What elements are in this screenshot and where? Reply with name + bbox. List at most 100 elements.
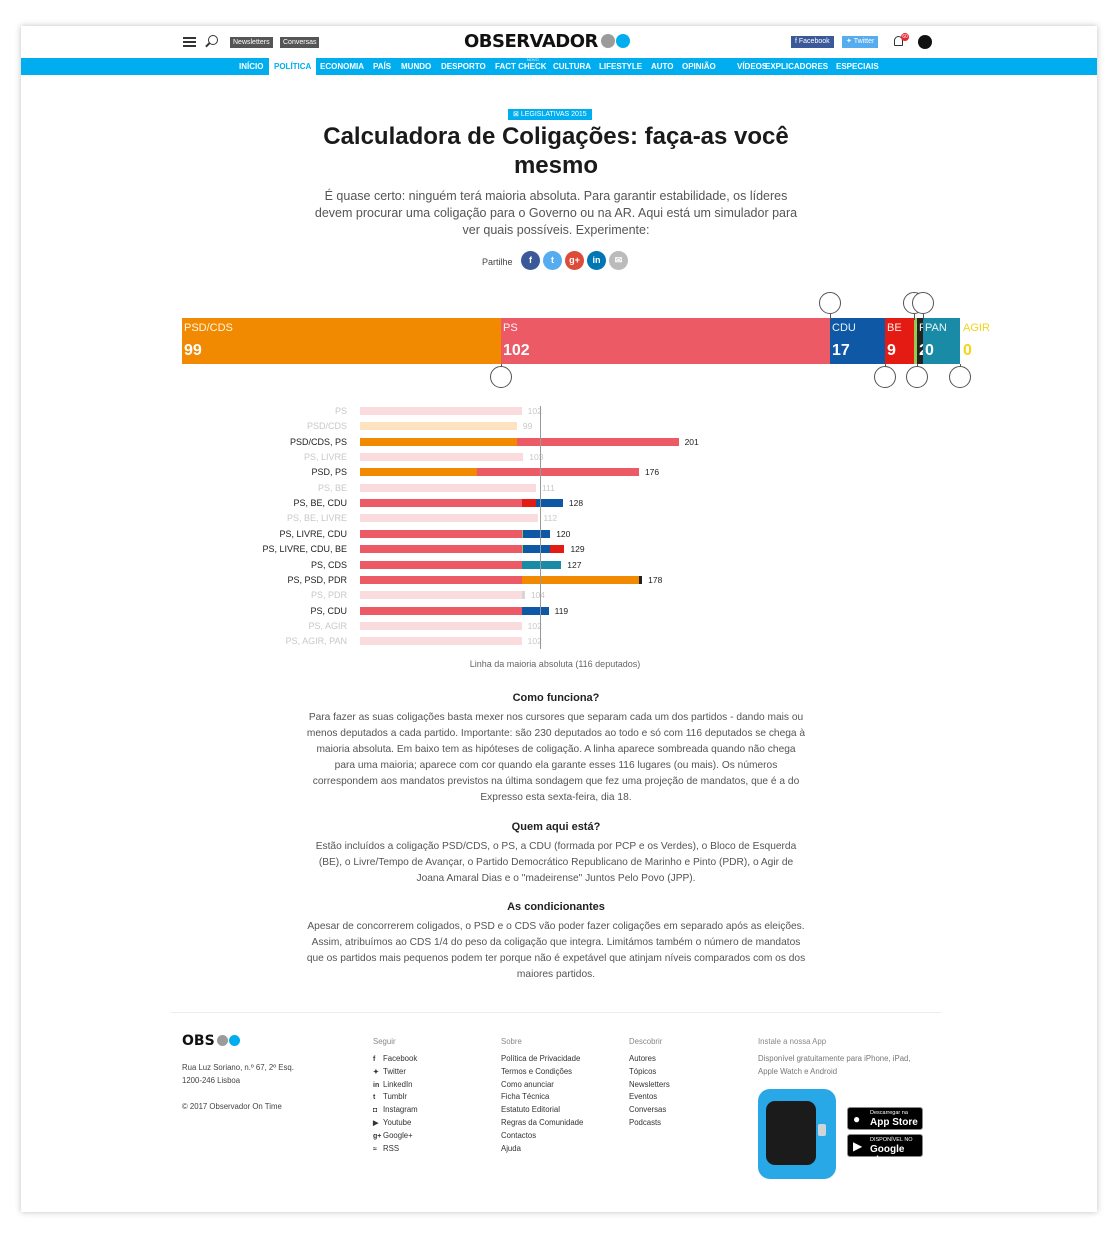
footer-link-label: Twitter <box>383 1066 406 1076</box>
watch-face <box>766 1101 816 1165</box>
nav-item[interactable]: INÍCIO <box>234 58 268 75</box>
coalition-bar-segment <box>360 545 522 554</box>
nav-item[interactable]: MUNDO <box>396 58 436 75</box>
coalition-bar-segment <box>360 437 517 446</box>
footer-sobre-title: Sobre <box>501 1037 522 1046</box>
footer-link[interactable]: Política de Privacidade <box>501 1054 580 1063</box>
footer-link[interactable]: ◘ Instagram <box>373 1105 418 1114</box>
footer-link[interactable]: Tópicos <box>629 1067 656 1076</box>
slider-handle[interactable] <box>912 292 934 314</box>
google-play-button[interactable]: ▶ DISPONÍVEL NO Google play <box>847 1134 923 1166</box>
nav-item[interactable]: LIFESTYLE <box>594 58 647 75</box>
footer-link[interactable]: Estatuto Editorial <box>501 1105 560 1114</box>
slider-handle[interactable] <box>874 366 896 388</box>
coalition-bar-segment <box>360 453 522 462</box>
nav-item[interactable]: DESPORTO <box>436 58 491 75</box>
footer-link[interactable]: Como anunciar <box>501 1080 554 1089</box>
coalition-bar-segment <box>360 499 522 508</box>
coalition-bar-segment <box>521 514 536 523</box>
coalition-bar-segment <box>477 468 639 477</box>
apple-icon: ● <box>853 1112 861 1126</box>
conversas-button[interactable]: Conversas <box>280 37 320 48</box>
footer-link[interactable]: ✦ Twitter <box>373 1067 406 1076</box>
coalition-label: PS, CDU <box>310 605 347 616</box>
google-play-icon: ▶ <box>853 1139 863 1153</box>
coalition-label: PS, LIVRE, CDU, BE <box>262 544 347 555</box>
footer-link[interactable]: Ajuda <box>501 1144 521 1153</box>
footer-link-label: Como anunciar <box>501 1079 554 1089</box>
menu-icon[interactable] <box>183 37 196 47</box>
slider-stem <box>830 314 831 320</box>
nav-item[interactable]: POLÍTICA <box>269 58 317 75</box>
twitter-icon[interactable]: t <box>543 251 562 270</box>
search-icon[interactable] <box>208 35 218 45</box>
coalition-total: 111 <box>541 482 555 493</box>
footer-link[interactable]: Regras da Comunidade <box>501 1118 583 1127</box>
article-tag[interactable]: ⊠ LEGISLATIVAS 2015 <box>508 109 592 120</box>
slider-handle[interactable] <box>490 366 512 388</box>
footer-link[interactable]: Contactos <box>501 1131 536 1140</box>
footer-link[interactable]: Eventos <box>629 1092 657 1101</box>
twitter-header-button[interactable]: ✦ Twitter <box>842 36 879 48</box>
site-logo[interactable]: OBSERVADOR <box>464 31 630 52</box>
footer-divider <box>171 1012 941 1013</box>
instagram-icon: ◘ <box>373 1107 378 1115</box>
coalition-label: PS, PSD, PDR <box>287 574 347 585</box>
coalition-total: 99 <box>522 421 533 432</box>
footer-descobrir-title: Descobrir <box>629 1037 663 1046</box>
slider-handle[interactable] <box>819 292 841 314</box>
nav-item[interactable]: EXPLICADORES <box>760 58 833 75</box>
nav-item[interactable]: OPINIÃO <box>677 58 721 75</box>
footer-link-label: Tópicos <box>629 1066 657 1076</box>
coalition-bar-segment <box>521 483 536 492</box>
linkedin-icon[interactable]: in <box>587 251 606 270</box>
footer-link[interactable]: Ficha Técnica <box>501 1092 549 1101</box>
linkedin-icon: in <box>373 1081 380 1089</box>
footer-link[interactable]: in LinkedIn <box>373 1080 412 1089</box>
logo-text: OBSERVADOR <box>464 31 598 52</box>
footer-link-label: Eventos <box>629 1092 658 1102</box>
coalition-bar-segment <box>523 529 551 538</box>
nav-item[interactable]: ECONOMIA <box>315 58 369 75</box>
footer-link[interactable]: t Tumblr <box>373 1092 407 1101</box>
coalition-bar-segment <box>516 437 679 446</box>
newsletters-button[interactable]: Newsletters <box>230 37 273 48</box>
party-name: CDU <box>832 322 856 334</box>
nav-item[interactable]: CULTURA <box>548 58 596 75</box>
footer-link-label: Regras da Comunidade <box>501 1118 584 1127</box>
coalition-label: PS, AGIR <box>308 620 347 631</box>
coalition-total: 112 <box>543 513 558 524</box>
user-avatar[interactable] <box>918 35 932 49</box>
party-seats: 102 <box>503 342 530 359</box>
footer-link[interactable]: Newsletters <box>629 1080 670 1089</box>
nav-item[interactable]: FACT CHECK <box>490 58 552 75</box>
email-icon[interactable]: ✉ <box>609 251 628 270</box>
coalition-bar-segment <box>521 453 524 462</box>
google-plus-icon[interactable]: g+ <box>565 251 584 270</box>
footer-link[interactable]: ▶ Youtube <box>373 1118 411 1127</box>
nav-item[interactable]: PAÍS <box>368 58 396 75</box>
app-store-button[interactable]: ● Descarregar na App Store <box>847 1107 923 1130</box>
footer-app-title: Instale a nossa App <box>758 1037 827 1046</box>
coalition-bar-segment <box>360 621 522 630</box>
footer-link[interactable]: Podcasts <box>629 1118 661 1127</box>
footer-link[interactable]: Conversas <box>629 1105 666 1114</box>
footer-link[interactable]: ≈ RSS <box>373 1144 399 1153</box>
footer-link[interactable]: g+ Google+ <box>373 1131 413 1140</box>
slider-handle[interactable] <box>949 366 971 388</box>
slider-handle[interactable] <box>906 366 928 388</box>
nav-item[interactable]: AUTO <box>646 58 679 75</box>
party-segment: PSD/CDS 99 <box>182 318 501 364</box>
party-segment: PAN 0 <box>923 318 960 364</box>
footer-link[interactable]: f Facebook <box>373 1054 417 1063</box>
party-name: PS <box>503 322 518 334</box>
facebook-header-button[interactable]: f Facebook <box>791 36 834 48</box>
party-name: BE <box>887 322 902 334</box>
footer-logo-gray-dot <box>216 1035 228 1046</box>
nav-item[interactable]: ESPECIAIS <box>831 58 884 75</box>
footer-link[interactable]: Autores <box>629 1054 656 1063</box>
footer-logo[interactable]: OBS <box>182 1033 240 1049</box>
footer-link[interactable]: Termos e Condições <box>501 1067 572 1076</box>
facebook-icon[interactable]: f <box>521 251 540 270</box>
coalition-label: PSD/CDS, PS <box>289 436 347 447</box>
